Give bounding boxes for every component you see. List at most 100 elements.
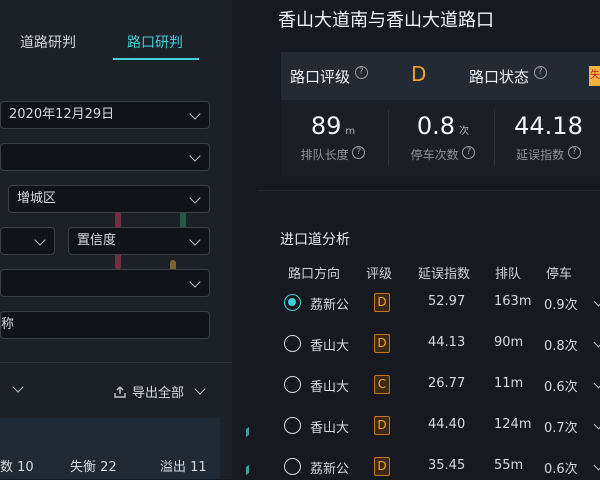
chevron-down-icon[interactable] (593, 337, 600, 348)
metric-unit: m (345, 126, 356, 137)
tab-bar: 道路研判 路口研判 (0, 32, 232, 62)
row-grade-badge: D (374, 416, 390, 435)
decorative-mark (246, 464, 249, 476)
row-queue: 55m (494, 458, 524, 473)
chevron-down-icon[interactable] (593, 296, 600, 307)
table-row[interactable]: 荔新公 D 35.45 55m 0.6次 (282, 456, 600, 480)
row-radio[interactable] (284, 458, 301, 475)
chevron-down-icon (189, 150, 201, 162)
metric-label: 排队长度 (300, 148, 349, 162)
chevron-down-icon (189, 192, 201, 204)
row-delay: 35.45 (428, 458, 466, 473)
metrics-panel: 89 m 排队长度 ? 0.8 次 停车次数 ? 44.18 延误指数 ? (281, 100, 600, 176)
row-grade-badge: D (374, 457, 390, 476)
tab-road-analysis[interactable]: 道路研判 (20, 32, 76, 52)
name-input[interactable]: 称 (0, 311, 210, 339)
chevron-down-icon[interactable] (593, 378, 600, 389)
row-direction: 荔新公 (310, 462, 350, 477)
divider (258, 190, 600, 191)
table-row[interactable]: 香山大 D 44.40 124m 0.7次 (282, 415, 600, 439)
column-header-grade: 评级 (366, 267, 393, 282)
name-input-value: 称 (1, 317, 15, 332)
table-row[interactable]: 香山大 D 44.13 90m 0.8次 (282, 333, 600, 357)
row-queue: 124m (494, 417, 532, 432)
filter-select-5[interactable] (0, 269, 210, 297)
row-grade-badge: D (374, 334, 390, 353)
row-radio[interactable] (284, 417, 301, 434)
chevron-down-icon[interactable] (593, 460, 600, 471)
grade-label-text: 路口评级 (290, 68, 351, 86)
status-badge: 失 (589, 66, 600, 86)
column-header-delay: 延误指数 (418, 267, 471, 282)
row-queue: 11m (494, 376, 524, 391)
summary-stat: 溢出 11 (160, 460, 207, 475)
left-panel: 道路研判 路口研判 2020年12月29日 增城区 置信度 称 导出全部 数 1… (0, 0, 232, 479)
metric-value: 89 (310, 112, 342, 140)
filter-select-4[interactable] (0, 227, 55, 255)
row-queue: 163m (494, 294, 532, 309)
chevron-down-icon (189, 108, 201, 120)
row-delay: 52.97 (428, 294, 466, 309)
metric-stop-count: 0.8 次 停车次数 ? (391, 100, 495, 176)
help-icon[interactable]: ? (352, 146, 366, 159)
chevron-down-icon (194, 383, 206, 395)
row-delay: 44.40 (428, 417, 466, 432)
help-icon[interactable]: ? (567, 146, 581, 159)
help-icon[interactable]: ? (462, 146, 476, 159)
row-grade-badge: D (374, 293, 390, 312)
row-direction: 香山大 (310, 339, 350, 354)
confidence-select[interactable]: 置信度 (68, 227, 210, 255)
metric-queue-length: 89 m 排队长度 ? (281, 100, 385, 176)
chevron-down-icon (189, 234, 201, 246)
metric-label: 延误指数 (516, 148, 565, 162)
help-icon[interactable]: ? (533, 66, 547, 79)
export-icon (114, 386, 126, 398)
table-row[interactable]: 荔新公 D 52.97 163m 0.9次 (282, 292, 600, 316)
export-all-button[interactable]: 导出全部 (114, 382, 206, 401)
column-header-queue: 排队 (495, 267, 522, 282)
row-radio[interactable] (284, 376, 301, 393)
row-delay: 26.77 (428, 376, 466, 391)
grade-value: D (411, 62, 427, 86)
column-header-direction: 路口方向 (288, 267, 341, 282)
metric-value: 0.8 (416, 112, 456, 140)
decorative-mark (246, 426, 249, 438)
intersection-panel: 香山大道南与香山大道路口 路口评级 ? D 路口状态 ? 失 89 m 排队长度 … (258, 0, 600, 479)
approach-section-title: 进口道分析 (280, 232, 350, 248)
row-stops: 0.8次 (544, 339, 578, 354)
table-row[interactable]: 香山大 C 26.77 11m 0.6次 (282, 374, 600, 398)
help-icon[interactable]: ? (354, 66, 368, 79)
summary-stat: 数 10 (0, 460, 34, 475)
row-direction: 香山大 (310, 380, 350, 395)
metric-value: 44.18 (514, 112, 583, 140)
row-direction: 荔新公 (310, 298, 350, 313)
summary-stat: 失衡 22 (70, 460, 117, 475)
grade-label: 路口评级 ? (290, 66, 368, 87)
chevron-down-icon[interactable] (593, 419, 600, 430)
confidence-value: 置信度 (77, 233, 117, 248)
intersection-title: 香山大道南与香山大道路口 (278, 10, 494, 31)
row-stops: 0.7次 (544, 421, 578, 436)
row-stops: 0.6次 (544, 380, 578, 395)
row-radio[interactable] (284, 294, 301, 311)
divider (0, 362, 232, 363)
status-label-text: 路口状态 (469, 68, 530, 86)
row-direction: 香山大 (310, 421, 350, 436)
row-grade-badge: C (374, 375, 390, 394)
metric-delay-index: 44.18 延误指数 ? (497, 100, 600, 176)
chevron-down-icon[interactable] (12, 381, 24, 393)
row-radio[interactable] (284, 335, 301, 352)
district-select[interactable]: 增城区 (8, 185, 210, 213)
metric-divider (494, 110, 495, 166)
column-header-stops: 停车 (546, 267, 573, 282)
chevron-down-icon (34, 234, 46, 246)
chevron-down-icon (189, 276, 201, 288)
status-label: 路口状态 ? (469, 66, 547, 87)
date-select[interactable]: 2020年12月29日 (0, 101, 210, 129)
metric-unit: 次 (459, 126, 470, 137)
date-value: 2020年12月29日 (9, 107, 115, 122)
metric-label: 停车次数 (410, 148, 459, 162)
row-stops: 0.9次 (544, 298, 578, 313)
tab-intersection-analysis[interactable]: 路口研判 (127, 32, 183, 52)
filter-select-2[interactable] (0, 143, 210, 171)
